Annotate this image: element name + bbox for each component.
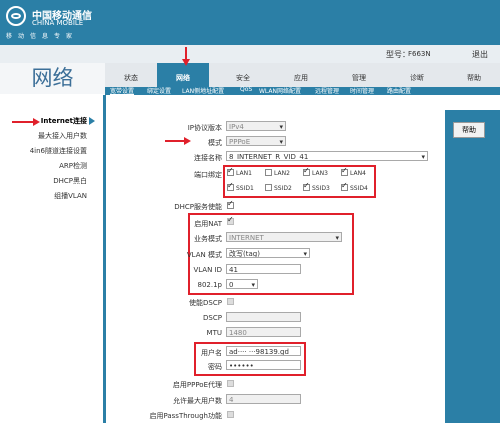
sub-navigation: 宽带设置 绑定设置 LAN侧地址配置 QoS WLAN网络配置 远程管理 时间管… [105, 86, 500, 95]
subnav-remote[interactable]: 远程管理 [315, 86, 339, 95]
tab-diagnosis[interactable]: 诊断 [391, 63, 443, 87]
top-banner: 中国移动通信 CHINA MOBILE 移动信息专家 [0, 0, 500, 45]
passthrough-checkbox[interactable] [227, 411, 234, 418]
help-panel: 帮助 [445, 110, 500, 423]
vlan-id-input[interactable]: 41 [226, 264, 301, 274]
max-users-input[interactable]: 4 [226, 394, 301, 404]
ip-protocol-label: IP协议版本 [187, 124, 222, 132]
dhcp-label: DHCP服务使能 [174, 203, 222, 211]
mtu-label: MTU [206, 329, 222, 337]
nat-label: 启用NAT [194, 220, 222, 228]
subnav-qos[interactable]: QoS [240, 86, 252, 93]
subnav-time[interactable]: 时间管理 [350, 86, 374, 95]
help-button[interactable]: 帮助 [453, 122, 485, 138]
sidebar-item-dhcp[interactable]: DHCP黑白 [53, 176, 87, 186]
dot1p-select[interactable]: 0 [226, 279, 258, 289]
subnav-lan[interactable]: LAN侧地址配置 [182, 86, 224, 95]
tab-help[interactable]: 帮助 [448, 63, 500, 87]
section-title: 网络 [0, 63, 105, 94]
sidebar-item-4in6[interactable]: 4in6隧道连接设置 [30, 146, 87, 156]
vlan-mode-select[interactable]: 改写(tag) [226, 248, 310, 258]
logo-icon [6, 6, 26, 26]
max-users-label: 允许最大用户数 [173, 397, 222, 405]
service-mode-label: 业务模式 [194, 235, 222, 243]
subnav-broadband[interactable]: 宽带设置 [110, 86, 134, 95]
main-tabs: 状态 网络 安全 应用 管理 诊断 帮助 [105, 63, 500, 87]
service-mode-select[interactable]: INTERNET [226, 232, 342, 242]
sidebar-item-multicast[interactable]: 组播VLAN [54, 191, 87, 201]
mode-select[interactable]: PPPoE [226, 136, 286, 146]
logo-name-en: CHINA MOBILE [32, 19, 84, 27]
tab-security[interactable]: 安全 [217, 63, 269, 87]
annotation-arrow-sidebar [12, 118, 40, 126]
sidebar-item-internet[interactable]: Internet连接 [41, 116, 87, 126]
model-label: 型号： [386, 50, 410, 59]
china-mobile-logo: 中国移动通信 CHINA MOBILE 移动信息专家 [4, 4, 104, 42]
dot1p-label: 802.1p [197, 281, 222, 289]
annotation-arrow-mode [165, 137, 191, 145]
connection-name-select[interactable]: 8_INTERNET_R_VID_41 [226, 151, 428, 161]
divider [103, 95, 106, 423]
connection-name-label: 连接名称 [194, 154, 222, 162]
model-value: F663N [408, 50, 431, 58]
username-input[interactable]: ad···· ···98139.gd [226, 346, 301, 356]
subnav-binding[interactable]: 绑定设置 [147, 86, 171, 95]
sidebar: Internet连接 最大接入用户数 4in6隧道连接设置 ARP检测 DHCP… [0, 94, 105, 423]
pppoe-proxy-checkbox[interactable] [227, 380, 234, 387]
mtu-input[interactable]: 1480 [226, 327, 301, 337]
password-input[interactable]: •••••• [226, 360, 301, 370]
dscp-enable-label: 使能DSCP [189, 299, 222, 307]
form-area: IP协议版本 IPv4 模式 PPPoE 连接名称 8_INTERNET_R_V… [110, 110, 445, 423]
passthrough-label: 启用PassThrough功能 [149, 412, 222, 420]
sidebar-item-arp[interactable]: ARP检测 [59, 161, 87, 171]
subnav-wlan[interactable]: WLAN网络配置 [259, 86, 301, 95]
dscp-enable-checkbox[interactable] [227, 298, 234, 305]
arrow-right-icon [89, 117, 95, 125]
tab-application[interactable]: 应用 [275, 63, 327, 87]
port-binding-label: 端口绑定 [194, 171, 222, 179]
password-label: 密码 [208, 363, 222, 371]
annotation-box-ports [223, 165, 376, 198]
sidebar-item-max-users[interactable]: 最大接入用户数 [38, 131, 87, 141]
logout-link[interactable]: 退出 [472, 49, 488, 60]
dhcp-checkbox[interactable] [227, 199, 234, 209]
tab-management[interactable]: 管理 [333, 63, 385, 87]
tab-network[interactable]: 网络 [157, 63, 209, 87]
username-label: 用户名 [201, 349, 222, 357]
info-bar: 型号： F663N 退出 [0, 45, 500, 64]
annotation-arrow-tab [182, 47, 190, 66]
nat-checkbox[interactable] [227, 215, 234, 225]
tab-status[interactable]: 状态 [105, 63, 157, 87]
subnav-route[interactable]: 路由配置 [387, 86, 411, 95]
dscp-label: DSCP [203, 314, 222, 322]
logo-slogan: 移动信息专家 [6, 33, 79, 40]
vlan-id-label: VLAN ID [193, 266, 222, 274]
vlan-mode-label: VLAN 模式 [186, 251, 222, 259]
pppoe-proxy-label: 启用PPPoE代理 [172, 381, 222, 389]
ip-protocol-select[interactable]: IPv4 [226, 121, 286, 131]
dscp-input[interactable] [226, 312, 301, 322]
